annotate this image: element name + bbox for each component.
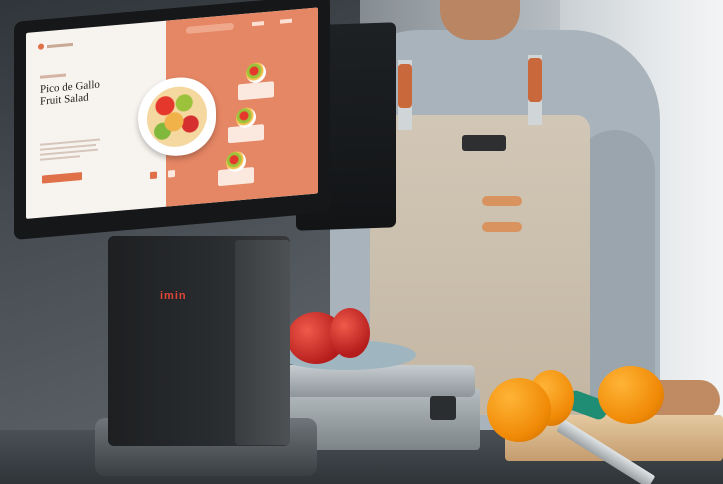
apron-button-bottom — [482, 222, 522, 232]
pos-screen-bezel: Pico de Gallo Fruit Salad — [14, 0, 330, 241]
menu-card[interactable] — [238, 81, 274, 101]
description-line — [40, 155, 80, 161]
scale-display — [430, 396, 456, 420]
apron-clip-left — [398, 64, 412, 108]
name-tag — [462, 135, 506, 151]
pager-dot-active[interactable] — [150, 171, 157, 180]
app-logo — [38, 38, 88, 52]
terminal-side — [235, 240, 290, 445]
apron-clip-right — [528, 58, 542, 102]
dish-title: Pico de Gallo Fruit Salad — [40, 78, 100, 108]
brand-logo: imin — [160, 290, 187, 302]
apron-button-top — [482, 196, 522, 206]
rating-stars — [40, 73, 66, 79]
person-neck — [440, 0, 520, 40]
photo-scene: imin Pico de Gallo Fruit Salad — [0, 0, 723, 484]
orange — [598, 366, 664, 424]
order-button[interactable] — [42, 172, 82, 184]
pos-screen: Pico de Gallo Fruit Salad — [26, 7, 318, 219]
scale-platform — [270, 365, 475, 397]
orange — [487, 378, 551, 442]
pager-dot[interactable] — [168, 169, 175, 178]
apple — [330, 308, 370, 358]
